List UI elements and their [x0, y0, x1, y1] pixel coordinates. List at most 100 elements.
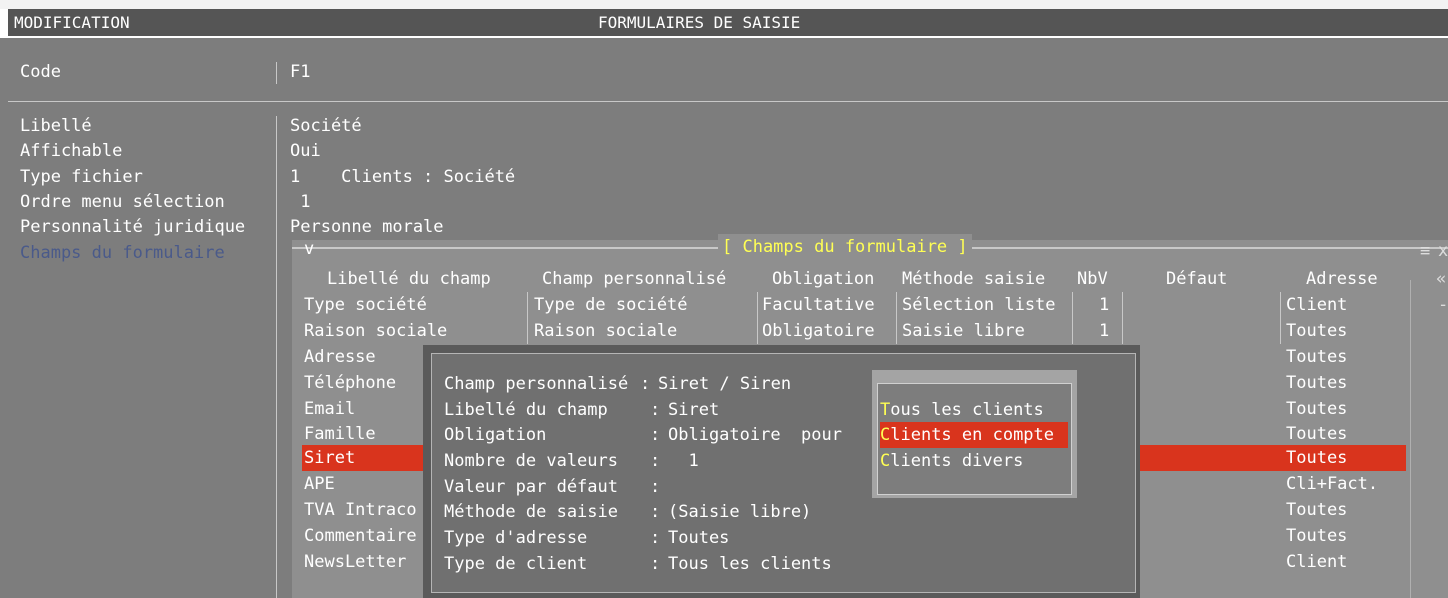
menu-hotkey: C: [880, 425, 891, 445]
field-value-ordre-menu[interactable]: 1: [290, 191, 310, 214]
table-row-adresse[interactable]: Toutes: [1286, 396, 1347, 422]
menu-item-label: lients divers: [890, 451, 1024, 471]
col-separator: [527, 292, 528, 344]
table-row-libelle[interactable]: APE: [304, 471, 335, 497]
field-label-affichable: Affichable: [20, 141, 123, 161]
popup-value-nombre: 1: [668, 451, 699, 471]
table-row-champ[interactable]: Raison sociale: [534, 318, 677, 344]
popup-sep: :: [650, 502, 661, 522]
table-row-libelle[interactable]: Commentaire: [304, 523, 417, 549]
table-row-obligation[interactable]: Facultative: [762, 292, 875, 318]
menu-item-label: ous les clients: [890, 400, 1044, 420]
popup-label-champ: Champ personnalisé: [444, 374, 629, 394]
table-row-libelle[interactable]: Adresse: [304, 344, 376, 370]
table-row-libelle[interactable]: NewsLetter: [304, 549, 406, 575]
table-row-libelle[interactable]: Téléphone: [304, 370, 396, 396]
popup-label-libelle: Libellé du champ: [444, 400, 608, 420]
popup-sep: :: [650, 554, 661, 574]
col-header-obligation[interactable]: Obligation: [772, 266, 874, 292]
table-row-obligation[interactable]: Obligatoire: [762, 318, 875, 344]
col-header-methode[interactable]: Méthode saisie: [902, 266, 1045, 292]
menu-hotkey: T: [880, 400, 891, 420]
table-row-adresse[interactable]: Client: [1286, 292, 1347, 318]
col-separator: [757, 292, 758, 344]
field-value-affichable[interactable]: Oui: [290, 140, 321, 163]
mode-indicator: MODIFICATION: [14, 13, 130, 32]
popup-label-adresse: Type d'adresse: [444, 528, 588, 548]
table-row-adresse[interactable]: Toutes: [1286, 318, 1347, 344]
menu-item-clients-compte[interactable]: Clients en compte: [880, 422, 1068, 448]
title-bar: MODIFICATION FORMULAIRES DE SAISIE: [8, 9, 1448, 36]
table-row-adresse[interactable]: Toutes: [1286, 497, 1347, 523]
table-row-libelle-selected[interactable]: Siret: [304, 445, 355, 471]
col-separator: [1072, 292, 1073, 344]
popup-label-methode: Méthode de saisie: [444, 502, 618, 522]
table-row-methode[interactable]: Sélection liste: [902, 292, 1056, 318]
col-header-nbv[interactable]: NbV: [1077, 266, 1108, 292]
popup-sep: :: [640, 374, 651, 394]
col-separator: [896, 292, 897, 344]
field-label-ordre-menu: Ordre menu sélection: [20, 192, 225, 212]
col-header-defaut[interactable]: Défaut: [1166, 266, 1227, 292]
grid-title: [ Champs du formulaire ]: [718, 234, 972, 260]
table-row-methode[interactable]: Saisie libre: [902, 318, 1025, 344]
menu-item-tous-clients[interactable]: Tous les clients: [880, 397, 1068, 423]
top-fade: [0, 0, 1448, 9]
label-separator: [276, 116, 277, 598]
menu-item-label: lients en compte: [890, 425, 1055, 445]
grid-close-icon[interactable]: x: [1438, 238, 1448, 264]
popup-sep: :: [650, 451, 661, 471]
table-row-libelle[interactable]: Type société: [304, 292, 427, 318]
popup-value-adresse: Toutes: [668, 528, 730, 548]
table-row-libelle[interactable]: Email: [304, 396, 355, 422]
popup-value-champ: Siret / Siren: [658, 374, 792, 394]
menu-item-clients-divers[interactable]: Clients divers: [880, 448, 1068, 474]
popup-label-nombre: Nombre de valeurs: [444, 451, 618, 471]
field-value-libelle[interactable]: Société: [290, 115, 362, 138]
divider: [8, 101, 1448, 102]
table-row-adresse[interactable]: Toutes: [1286, 344, 1347, 370]
table-row-adresse[interactable]: Toutes: [1286, 421, 1347, 447]
col-header-adresse[interactable]: Adresse: [1306, 266, 1378, 292]
table-row-adresse[interactable]: Toutes: [1286, 370, 1347, 396]
table-row-adresse-selected[interactable]: Toutes: [1286, 445, 1347, 471]
popup-sep: :: [650, 528, 661, 548]
code-label: Code: [20, 62, 61, 82]
grid-menu-icon[interactable]: ≡: [1420, 238, 1430, 264]
popup-value-methode: (Saisie libre): [668, 502, 812, 522]
table-row-libelle[interactable]: TVA Intraco: [304, 497, 417, 523]
popup-sep: :: [650, 477, 661, 497]
field-label-personnalite: Personnalité juridique: [20, 217, 246, 237]
col-header-libelle[interactable]: Libellé du champ: [327, 266, 491, 292]
popup-label-obligation: Obligation: [444, 425, 547, 445]
field-value-type-fichier[interactable]: 1 Clients : Société: [290, 166, 515, 189]
field-label-champs[interactable]: Champs du formulaire: [20, 242, 225, 265]
grid-corner-v[interactable]: v: [304, 236, 314, 262]
table-row-libelle[interactable]: Raison sociale: [304, 318, 447, 344]
code-value[interactable]: F1: [290, 61, 310, 84]
table-row-champ[interactable]: Type de société: [534, 292, 688, 318]
popup-value-obligation: Obligatoire pour: [668, 425, 842, 445]
table-row-nbv[interactable]: 1: [1099, 318, 1109, 344]
code-separator: [276, 62, 277, 84]
popup-sep: :: [650, 400, 661, 420]
popup-sep: :: [650, 425, 661, 445]
table-row-libelle[interactable]: Famille: [304, 421, 376, 447]
col-header-champ[interactable]: Champ personnalisé: [542, 266, 726, 292]
window-title: FORMULAIRES DE SAISIE: [598, 13, 801, 32]
field-label-type-fichier: Type fichier: [20, 167, 143, 187]
field-label-libelle: Libellé: [20, 116, 92, 136]
col-separator: [1280, 292, 1281, 344]
menu-hotkey: C: [880, 451, 891, 471]
table-row-adresse[interactable]: Toutes: [1286, 523, 1347, 549]
grid-scroll-left-icon[interactable]: «: [1436, 266, 1446, 292]
table-row-adresse[interactable]: Client: [1286, 549, 1347, 575]
popup-value-libelle: Siret: [668, 400, 720, 420]
table-row-adresse[interactable]: Cli+Fact.: [1286, 471, 1378, 497]
grid-scroll-indicator[interactable]: -: [1438, 292, 1448, 318]
popup-label-client: Type de client: [444, 554, 588, 574]
grid-scrollbar[interactable]: [1410, 280, 1411, 598]
col-separator: [1122, 292, 1123, 344]
popup-label-defaut: Valeur par défaut: [444, 477, 618, 497]
table-row-nbv[interactable]: 1: [1099, 292, 1109, 318]
